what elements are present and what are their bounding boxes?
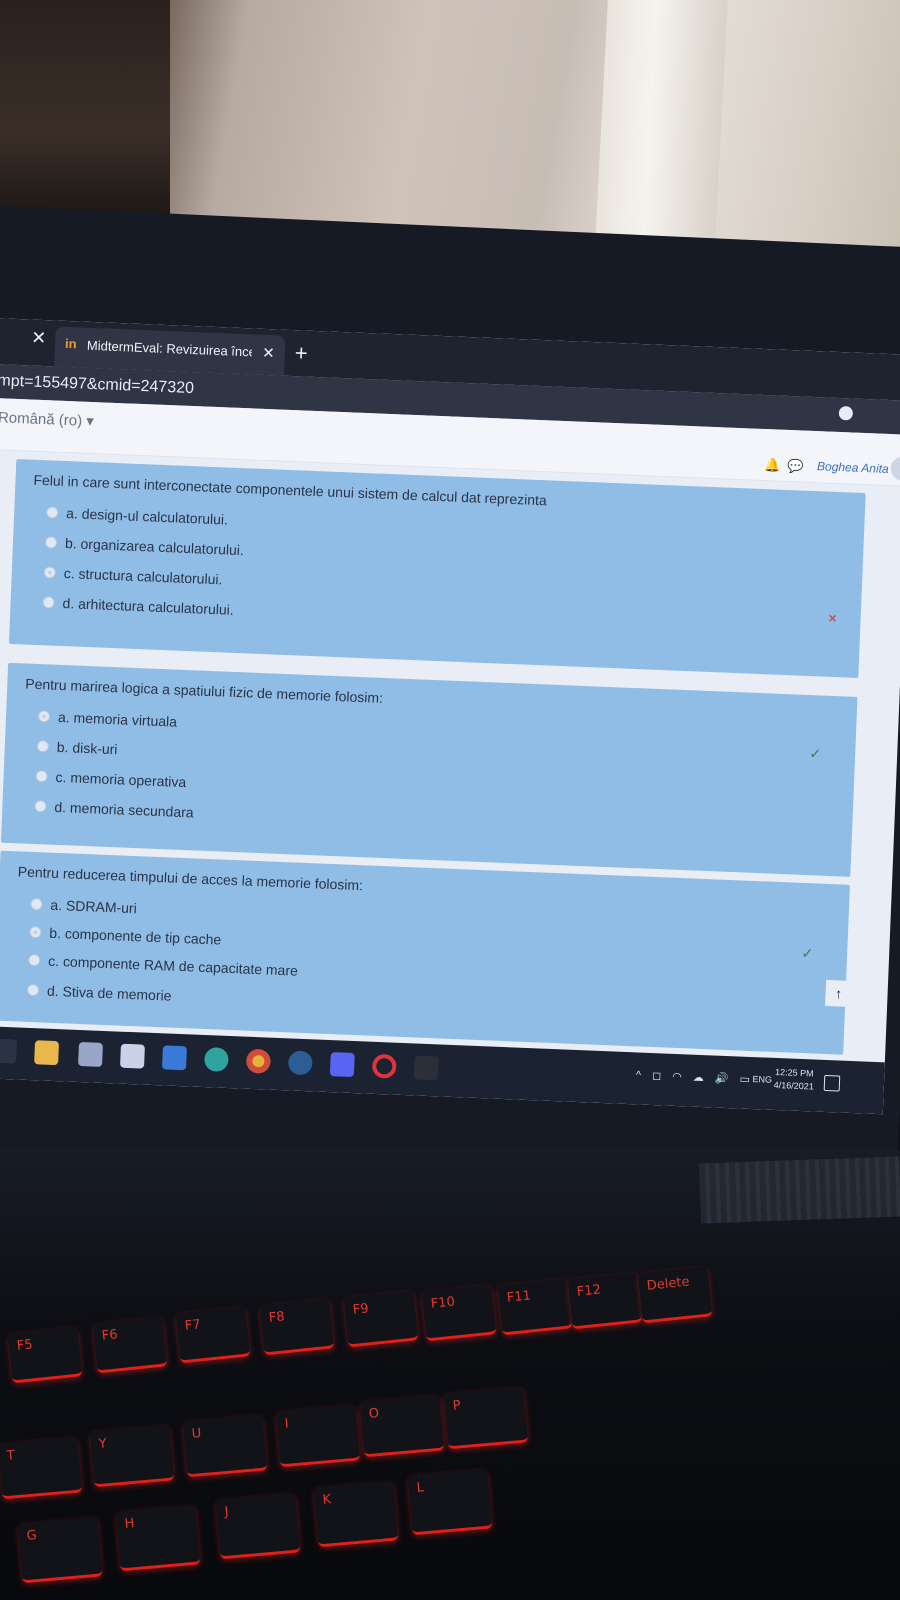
profile-icon[interactable] [838,405,854,421]
radio-button-selected[interactable] [29,925,42,939]
chat-icon[interactable]: 💬 [787,458,804,475]
key-k[interactable]: K [313,1480,399,1548]
store-icon[interactable] [120,1043,145,1069]
notification-icon[interactable] [823,1074,841,1092]
epic-games-icon[interactable] [413,1055,439,1081]
background-shelf [0,0,170,220]
key-l[interactable]: L [407,1468,493,1536]
correct-icon: ✓ [801,944,814,962]
answer-option[interactable]: d. arhitectura calculatorului. [42,594,234,618]
radio-button[interactable] [44,536,58,549]
correct-icon: ✓ [809,745,822,762]
tab-close-icon[interactable]: ✕ [262,344,275,362]
favicon-icon: in [64,335,77,352]
url-text[interactable]: mpt=155497&cmid=247320 [0,372,194,398]
vent-grille [699,1156,900,1224]
key-y[interactable]: Y [89,1424,175,1488]
answer-option[interactable]: c. structura calculatorului. [43,564,223,587]
radio-button[interactable] [35,770,48,783]
radio-button-selected[interactable] [37,710,51,723]
steam-icon[interactable] [287,1050,313,1076]
language-label: Română (ro) [0,409,83,430]
question-text: Pentru marirea logica a spatiului fizic … [25,675,384,706]
answer-option[interactable]: b. organizarea calculatorului. [44,534,244,558]
key-delete[interactable]: Delete [637,1266,713,1324]
key-f9[interactable]: F9 [343,1290,419,1348]
key-f10[interactable]: F10 [421,1284,497,1342]
opera-icon[interactable] [371,1053,397,1079]
bell-icon[interactable]: 🔔 [764,457,781,474]
stack-icon[interactable] [78,1041,103,1067]
task-view-icon[interactable] [0,1038,18,1064]
key-i[interactable]: I [275,1404,361,1468]
clock[interactable]: 12:25 PM 4/16/2021 [774,1066,815,1094]
radio-button[interactable] [34,800,47,813]
user-name[interactable]: Boghea Anita [817,459,889,476]
key-j[interactable]: J [215,1492,301,1560]
radio-button[interactable] [42,596,55,609]
tab-title: MidtermEval: Revizuirea încercări [86,337,253,360]
key-h[interactable]: H [115,1504,201,1572]
radio-button-selected[interactable] [43,566,57,579]
answer-option[interactable]: c. componente RAM de capacitate mare [28,952,298,979]
radio-button[interactable] [26,983,40,997]
question-card: Pentru marirea logica a spatiului fizic … [0,662,858,877]
question-text: Pentru reducerea timpului de acces la me… [17,863,364,894]
key-p[interactable]: P [443,1386,529,1450]
new-tab-button[interactable]: + [294,340,308,366]
answer-option[interactable]: c. memoria operativa [35,768,187,790]
answer-option[interactable]: a. memoria virtuala [37,708,177,730]
radio-button[interactable] [46,506,59,519]
key-g[interactable]: G [17,1516,103,1584]
key-f8[interactable]: F8 [259,1298,335,1356]
chrome-icon[interactable] [245,1048,271,1074]
radio-button[interactable] [28,953,41,967]
language-indicator[interactable]: ENG [752,1074,772,1085]
key-u[interactable]: U [182,1414,268,1478]
key-f12[interactable]: F12 [567,1272,643,1330]
radio-button[interactable] [36,740,50,753]
key-f7[interactable]: F7 [175,1306,251,1364]
answer-option[interactable]: a. design-ul calculatorului. [46,504,228,528]
key-f5[interactable]: F5 [7,1326,83,1384]
answer-option[interactable]: a. SDRAM-uri [30,896,137,916]
question-card: Felul in care sunt interconectate compon… [8,459,866,678]
language-selector[interactable]: Română (ro) ▾ [0,408,94,430]
scroll-to-top-button[interactable]: ↑ [825,979,853,1007]
clock-date: 4/16/2021 [773,1079,815,1092]
edge-icon[interactable] [203,1047,229,1072]
key-f11[interactable]: F11 [497,1278,573,1336]
close-icon[interactable]: ✕ [31,328,47,350]
laptop-screen: ✕ in MidtermEval: Revizuirea încercări ✕… [0,318,900,1115]
incorrect-icon: × [828,609,837,627]
answer-option[interactable]: d. memoria secundara [34,798,194,820]
key-t[interactable]: T [0,1436,83,1500]
key-o[interactable]: O [359,1394,445,1458]
key-f6[interactable]: F6 [92,1316,168,1374]
discord-icon[interactable] [329,1052,355,1078]
system-tray-icons[interactable]: ^ ◻ ◠ ☁ 🔊 ▭ [636,1068,755,1086]
mail-icon[interactable] [161,1045,187,1071]
question-text: Felul in care sunt interconectate compon… [33,471,548,509]
answer-option[interactable]: b. componente de tip cache [29,924,222,948]
avatar[interactable] [890,456,900,482]
radio-button[interactable] [30,897,43,911]
question-card: Pentru reducerea timpului de acces la me… [0,850,850,1055]
answer-option[interactable]: d. Stiva de memorie [26,982,172,1004]
file-explorer-icon[interactable] [34,1040,60,1066]
answer-option[interactable]: b. disk-uri [36,738,118,757]
